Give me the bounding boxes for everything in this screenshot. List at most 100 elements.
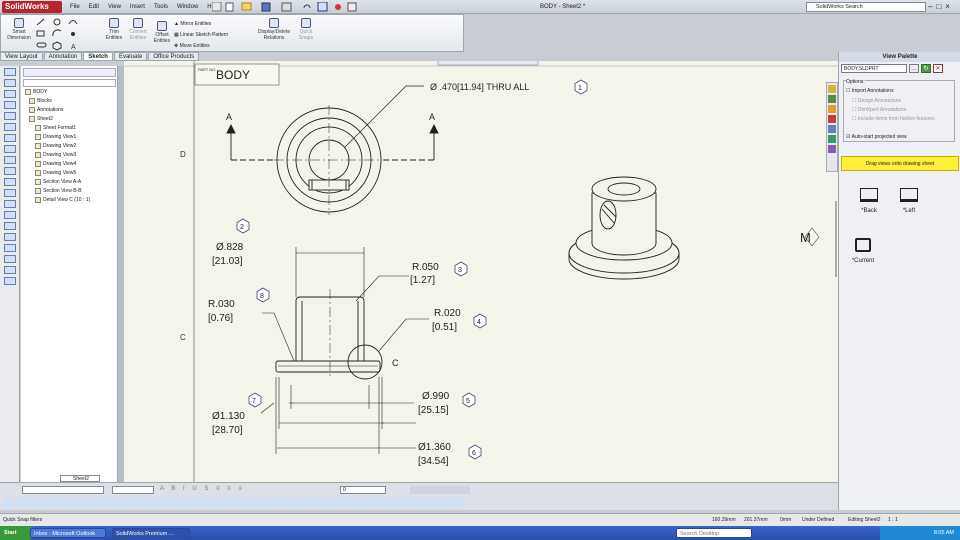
- tree-item-detail-view-c[interactable]: Detail View C (10 : 1): [35, 197, 90, 203]
- restore-icon[interactable]: □: [936, 1, 941, 13]
- circle-icon[interactable]: [4, 101, 16, 109]
- pattern-icon[interactable]: [4, 233, 16, 241]
- callout-5-line1[interactable]: Ø.990: [422, 391, 450, 402]
- move-entities-button[interactable]: ✥ Move Entities: [174, 41, 228, 52]
- desktop-search-input[interactable]: Search Desktop: [676, 528, 752, 538]
- extend-icon[interactable]: [4, 211, 16, 219]
- rectangle-icon[interactable]: [4, 90, 16, 98]
- tab-sketch[interactable]: Sketch: [83, 52, 113, 61]
- search-input[interactable]: SolidWorks Search: [806, 2, 926, 12]
- start-button[interactable]: Start: [0, 526, 34, 540]
- minimize-icon[interactable]: –: [928, 1, 932, 13]
- arc-icon[interactable]: [52, 29, 62, 37]
- offset-icon[interactable]: [4, 189, 16, 197]
- polygon-icon[interactable]: [52, 41, 62, 51]
- refresh-icon[interactable]: ↻: [921, 64, 931, 73]
- search-tab-icon[interactable]: [828, 115, 836, 123]
- line-icon[interactable]: [4, 79, 16, 87]
- balloon-3[interactable]: 3: [454, 261, 468, 277]
- font-size-select[interactable]: [112, 486, 154, 494]
- options-icon[interactable]: [347, 2, 357, 12]
- balloon-4[interactable]: 4: [473, 313, 487, 329]
- point-icon[interactable]: [71, 32, 75, 36]
- sketch-tools-toolbar[interactable]: [4, 498, 464, 507]
- menu-tools[interactable]: Tools: [154, 1, 168, 13]
- callout-5-line2[interactable]: [25.15]: [418, 405, 449, 416]
- linear-pattern-button[interactable]: ▦ Linear Sketch Pattern: [174, 30, 228, 41]
- status-scale[interactable]: 1 : 1: [888, 517, 898, 523]
- text-icon[interactable]: [4, 134, 16, 142]
- offset-entities-button[interactable]: Offset Entities: [151, 21, 173, 44]
- arc-icon[interactable]: [4, 112, 16, 120]
- tree-item-blocks[interactable]: Blocks: [29, 98, 52, 104]
- auto-start-checkbox[interactable]: ☑ Auto-start projected view: [846, 134, 907, 140]
- tree-item-sheet2[interactable]: Sheet2: [29, 116, 53, 122]
- text-tool-icon[interactable]: A: [71, 44, 76, 51]
- front-view[interactable]: [275, 289, 383, 380]
- sheet-tab-sheet2[interactable]: Sheet2: [60, 475, 100, 482]
- isometric-view[interactable]: [568, 176, 680, 280]
- new-icon[interactable]: [225, 2, 234, 12]
- palette-view-back[interactable]: *Back: [849, 188, 889, 214]
- tree-item-drawing-view2[interactable]: Drawing View2: [35, 143, 76, 149]
- pin-icon[interactable]: [212, 2, 222, 12]
- tab-office-products[interactable]: Office Products: [148, 52, 200, 61]
- spline-icon[interactable]: [68, 20, 78, 25]
- undo-icon[interactable]: [303, 4, 311, 9]
- menu-view[interactable]: View: [108, 1, 121, 13]
- trim-entities-button[interactable]: Trim Entities: [103, 18, 125, 41]
- callout-4-line2[interactable]: [0.51]: [432, 322, 457, 333]
- tree-item-drawing-view3[interactable]: Drawing View3: [35, 152, 76, 158]
- design-annotations-checkbox[interactable]: ☐ Design Annotations: [852, 98, 901, 104]
- line-format-buttons[interactable]: [410, 486, 470, 494]
- fix-icon[interactable]: [4, 266, 16, 274]
- section-line-a[interactable]: [226, 123, 439, 161]
- callout-3-line2[interactable]: [1.27]: [410, 275, 435, 286]
- balloon-2[interactable]: 2: [236, 218, 250, 234]
- callout-6-line2[interactable]: [34.54]: [418, 456, 449, 467]
- hatch-icon[interactable]: [4, 244, 16, 252]
- display-delete-relations-button[interactable]: Display/Delete Relations: [254, 18, 294, 41]
- rectangle-icon[interactable]: [36, 30, 45, 37]
- callout-3-line1[interactable]: R.050: [412, 262, 439, 273]
- balloon-5[interactable]: 5: [462, 392, 476, 408]
- tree-root[interactable]: BODY: [25, 89, 47, 95]
- tab-view-layout[interactable]: View Layout: [0, 52, 43, 61]
- dimxpert-annotations-checkbox[interactable]: ☐ DimXpert Annotations: [852, 107, 906, 113]
- quick-snaps-button[interactable]: Quick Snaps: [295, 18, 317, 41]
- menu-window[interactable]: Window: [177, 1, 198, 13]
- callout-8-line1[interactable]: R.030: [208, 299, 235, 310]
- font-select[interactable]: [22, 486, 104, 494]
- print-icon[interactable]: [281, 2, 292, 12]
- mirror-entities-button[interactable]: ▲ Mirror Entities: [174, 19, 228, 30]
- callout-7-line2[interactable]: [28.70]: [212, 425, 243, 436]
- callout-7-line1[interactable]: Ø1.130: [212, 411, 245, 422]
- tab-evaluate[interactable]: Evaluate: [113, 52, 148, 61]
- select-icon[interactable]: [317, 2, 328, 12]
- tree-tabs[interactable]: [23, 68, 116, 77]
- palette-file-select[interactable]: BODY.SLDPRT: [841, 64, 907, 73]
- taskbar-outlook[interactable]: Inbox - Microsoft Outlook: [30, 528, 106, 538]
- relations-icon[interactable]: [4, 255, 16, 263]
- tree-item-sheet-format[interactable]: Sheet Format1: [35, 125, 76, 131]
- callout-8-line2[interactable]: [0.76]: [208, 313, 233, 324]
- callout-6-line1[interactable]: Ø1.360: [418, 442, 451, 453]
- design-library-icon[interactable]: [828, 95, 836, 103]
- grid-icon[interactable]: [4, 277, 16, 285]
- callout-2-line1[interactable]: Ø.828: [216, 242, 244, 253]
- layer-select[interactable]: 0: [340, 486, 386, 494]
- balloon-1[interactable]: 1: [574, 79, 588, 95]
- callout-2-line2[interactable]: [21.03]: [212, 256, 243, 267]
- include-hidden-checkbox[interactable]: ☐ Include items from hidden features: [852, 116, 935, 122]
- chamfer-icon[interactable]: [4, 178, 16, 186]
- close-icon[interactable]: ×: [945, 1, 950, 13]
- spline-icon[interactable]: [4, 123, 16, 131]
- import-annotations-checkbox[interactable]: ☐ Import Annotations: [846, 88, 894, 94]
- palette-view-left[interactable]: *Left: [889, 188, 929, 214]
- open-icon[interactable]: [241, 2, 252, 11]
- tree-item-drawing-view4[interactable]: Drawing View4: [35, 161, 76, 167]
- centerline-icon[interactable]: [4, 156, 16, 164]
- view-palette-tab-icon[interactable]: [828, 125, 836, 133]
- custom-properties-icon[interactable]: [828, 145, 836, 153]
- browse-button[interactable]: …: [909, 64, 919, 73]
